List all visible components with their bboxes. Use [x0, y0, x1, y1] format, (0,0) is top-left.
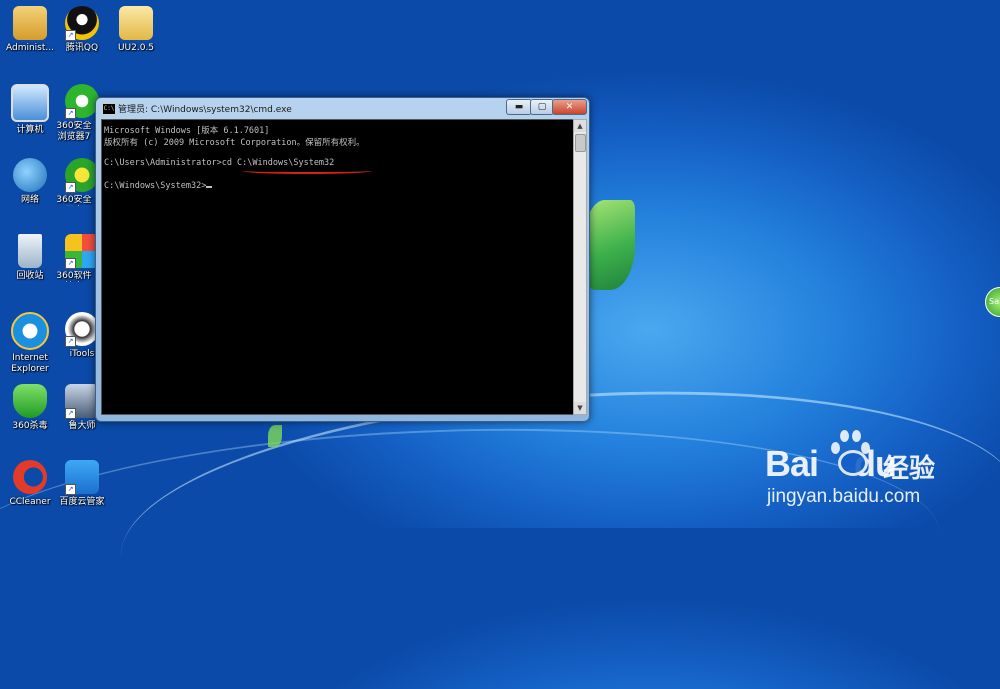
console-line-version: Microsoft Windows [版本 6.1.7601]	[104, 126, 270, 136]
recycle-bin-icon	[18, 234, 42, 268]
360-browser-icon: ↗	[65, 84, 99, 119]
baidu-paw-icon	[827, 428, 887, 478]
windows-flag-decoration	[585, 200, 635, 290]
desktop-icon-uu[interactable]: UU2.0.5	[106, 6, 166, 54]
360-software-icon: ↗	[65, 234, 99, 269]
folder-icon	[119, 6, 153, 40]
scroll-thumb[interactable]	[575, 134, 586, 152]
console-output[interactable]: Microsoft Windows [版本 6.1.7601] 版权所有 (c)…	[101, 119, 575, 415]
vertical-scrollbar[interactable]: ▲ ▼	[573, 119, 587, 415]
ludashi-icon: ↗	[65, 384, 99, 419]
360-guard-icon: ↗	[65, 158, 99, 193]
cmd-icon: C:\	[102, 103, 116, 115]
close-button[interactable]: ✕	[552, 99, 587, 115]
user-folder-icon	[13, 6, 47, 40]
red-annotation-underline	[242, 168, 372, 174]
side-gadget[interactable]: Sa	[985, 287, 1000, 317]
text-cursor	[206, 186, 213, 188]
desktop-icon-administrator[interactable]: Administ...	[0, 6, 60, 54]
wallpaper-leaf	[268, 425, 282, 447]
minimize-button[interactable]: ▬	[506, 99, 532, 115]
desktop-icon-baidu-cloud[interactable]: ↗ 百度云管家	[52, 460, 112, 508]
maximize-button[interactable]: ▢	[530, 99, 554, 115]
watermark-url: jingyan.baidu.com	[767, 486, 921, 507]
network-icon	[13, 158, 47, 192]
watermark-sub: 经验	[883, 454, 936, 484]
cmd-window[interactable]: C:\ 管理员: C:\Windows\system32\cmd.exe ▬ ▢…	[95, 97, 590, 422]
ie-icon	[11, 312, 49, 350]
desktop-icon-network[interactable]: 网络	[0, 158, 60, 206]
qq-penguin-icon: ↗	[65, 6, 99, 41]
360-antivirus-icon	[13, 384, 47, 418]
cmd-titlebar[interactable]: C:\ 管理员: C:\Windows\system32\cmd.exe ▬ ▢…	[96, 98, 589, 118]
desktop-icon-internet-explorer[interactable]: Internet Explorer	[0, 312, 60, 375]
desktop-icon-360-antivirus[interactable]: 360杀毒	[0, 384, 60, 432]
console-prompt-line[interactable]: C:\Windows\System32>	[104, 181, 213, 191]
baidu-cloud-icon: ↗	[65, 460, 99, 495]
computer-icon	[11, 84, 49, 122]
itools-icon: ↗	[65, 312, 99, 347]
console-prompt: C:\Windows\System32>	[104, 181, 207, 191]
console-line-copyright: 版权所有 (c) 2009 Microsoft Corporation。保留所有…	[104, 138, 365, 148]
desktop-icon-computer[interactable]: 计算机	[0, 84, 60, 136]
ccleaner-icon	[13, 460, 47, 494]
desktop-icon-ccleaner[interactable]: CCleaner	[0, 460, 60, 508]
scroll-up-arrow-icon[interactable]: ▲	[574, 120, 586, 132]
console-line-cd-command: C:\Users\Administrator>cd C:\Windows\Sys…	[104, 158, 335, 168]
window-title: 管理员: C:\Windows\system32\cmd.exe	[118, 105, 292, 115]
desktop-icon-recycle-bin[interactable]: 回收站	[0, 234, 60, 282]
desktop-icon-qq[interactable]: ↗ 腾讯QQ	[52, 6, 112, 54]
scroll-down-arrow-icon[interactable]: ▼	[574, 402, 586, 414]
